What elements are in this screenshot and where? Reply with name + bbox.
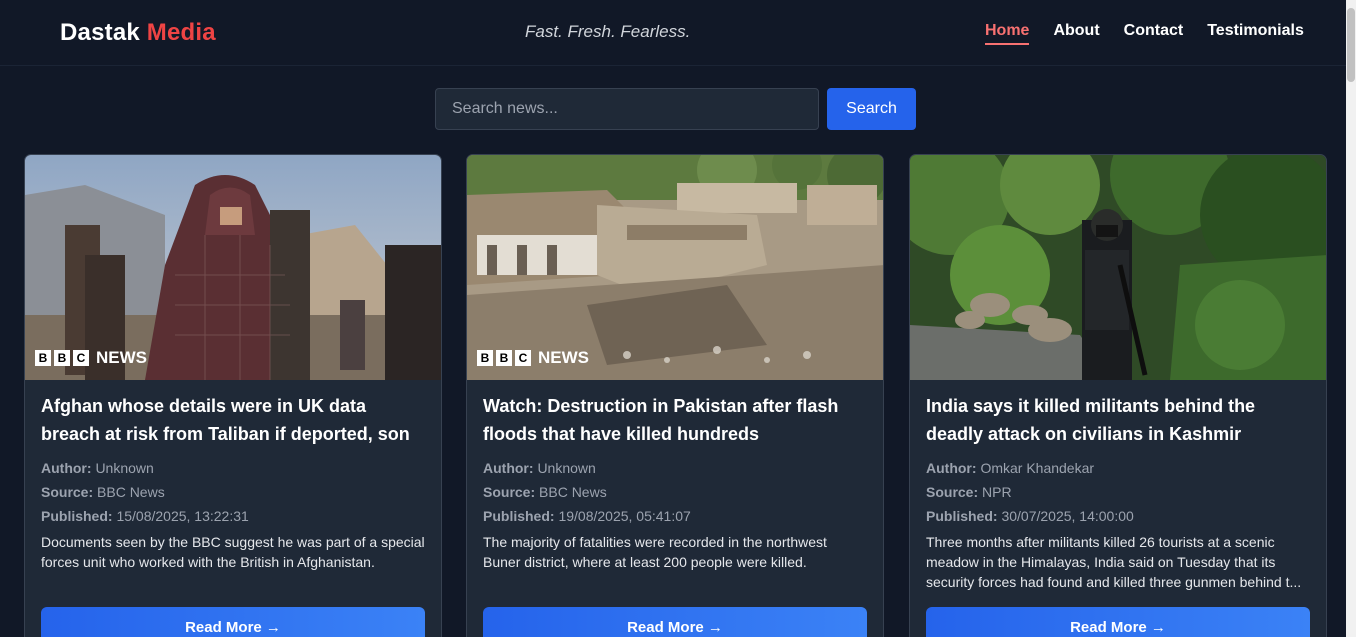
news-card: India says it killed militants behind th…	[909, 154, 1327, 637]
news-image[interactable]: BBC NEWS	[467, 155, 883, 380]
news-published: Published: 19/08/2025, 05:41:07	[483, 508, 691, 524]
news-source: Source: BBC News	[483, 484, 607, 500]
nav-home[interactable]: Home	[985, 22, 1030, 45]
flood-destruction-photo	[467, 155, 883, 380]
news-meta: Author: Unknown Source: BBC News Publish…	[483, 456, 867, 528]
brand-logo[interactable]: Dastak Media	[60, 19, 216, 47]
news-image[interactable]: BBC NEWS	[25, 155, 441, 380]
nav-about[interactable]: About	[1053, 22, 1099, 45]
page: Dastak Media Fast. Fresh. Fearless. Home…	[0, 0, 1356, 637]
news-description: The majority of fatalities were recorded…	[483, 534, 827, 570]
tagline: Fast. Fresh. Fearless.	[525, 22, 691, 41]
bbc-news-logo: BBC NEWS	[35, 348, 147, 368]
news-author: Author: Omkar Khandekar	[926, 460, 1095, 476]
news-description: Three months after militants killed 26 t…	[926, 534, 1302, 590]
news-title[interactable]: Afghan whose details were in UK data bre…	[41, 392, 425, 448]
scrollbar-thumb[interactable]	[1347, 8, 1355, 82]
read-more-button[interactable]: Read More →	[926, 607, 1310, 637]
top-navbar: Dastak Media Fast. Fresh. Fearless. Home…	[0, 0, 1346, 66]
kashmir-soldier-photo	[910, 155, 1326, 380]
search-button[interactable]: Search	[827, 88, 916, 130]
news-title[interactable]: India says it killed militants behind th…	[926, 392, 1310, 448]
news-image[interactable]	[910, 155, 1326, 380]
search-bar: Search	[435, 88, 916, 130]
news-title[interactable]: Watch: Destruction in Pakistan after fla…	[483, 392, 867, 448]
news-meta: Author: Unknown Source: BBC News Publish…	[41, 456, 425, 528]
bbc-news-logo: BBC NEWS	[477, 348, 589, 368]
news-published: Published: 15/08/2025, 13:22:31	[41, 508, 249, 524]
brand-main: Dastak	[60, 19, 140, 46]
afghan-camp-photo	[25, 155, 441, 380]
news-author: Author: Unknown	[41, 460, 154, 476]
news-source: Source: BBC News	[41, 484, 165, 500]
main-nav: Home About Contact Testimonials	[985, 22, 1304, 45]
news-meta: Author: Omkar Khandekar Source: NPR Publ…	[926, 456, 1310, 528]
news-published: Published: 30/07/2025, 14:00:00	[926, 508, 1134, 524]
news-card: BBC NEWS Watch: Destruction in Pakistan …	[466, 154, 884, 637]
search-input[interactable]	[435, 88, 819, 130]
news-source: Source: NPR	[926, 484, 1012, 500]
news-description: Documents seen by the BBC suggest he was…	[41, 534, 425, 570]
read-more-button[interactable]: Read More →	[41, 607, 425, 637]
scrollbar[interactable]	[1346, 0, 1356, 637]
nav-testimonials[interactable]: Testimonials	[1207, 22, 1304, 45]
nav-contact[interactable]: Contact	[1124, 22, 1184, 45]
news-card: BBC NEWS Afghan whose details were in UK…	[24, 154, 442, 637]
brand-accent: Media	[146, 19, 216, 46]
news-author: Author: Unknown	[483, 460, 596, 476]
read-more-button[interactable]: Read More →	[483, 607, 867, 637]
